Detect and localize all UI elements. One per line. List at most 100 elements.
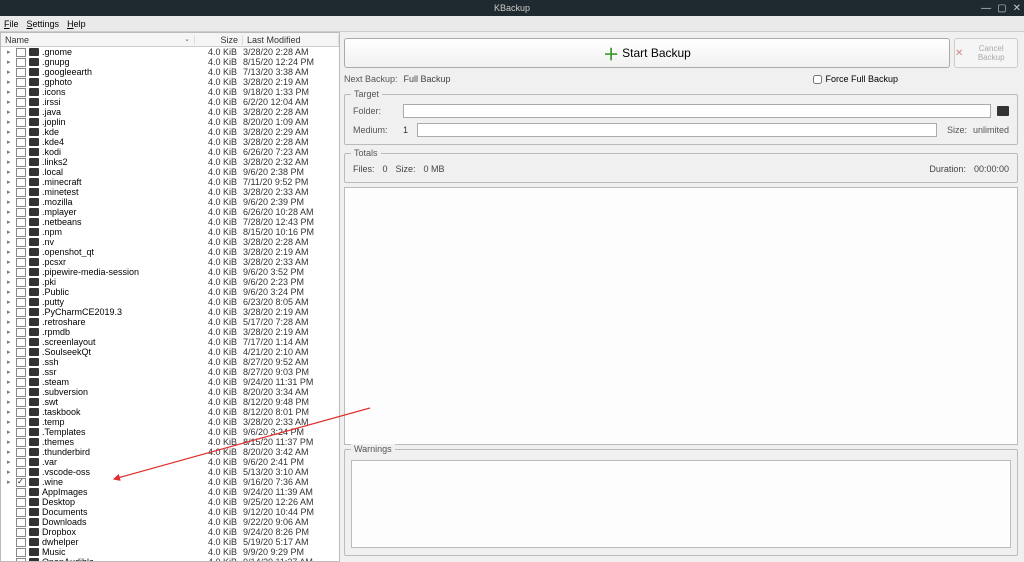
row-checkbox[interactable] [16, 558, 26, 562]
expand-icon[interactable]: ▸ [7, 168, 13, 176]
row-checkbox[interactable] [16, 208, 26, 217]
tree-row[interactable]: ▸.wine4.0 KiB9/16/20 7:36 AM [1, 477, 339, 487]
row-checkbox[interactable] [16, 68, 26, 77]
col-modified[interactable]: Last Modified [243, 35, 339, 45]
expand-icon[interactable]: ▸ [7, 328, 13, 336]
close-icon[interactable]: ✕ [1013, 3, 1021, 14]
row-checkbox[interactable] [16, 438, 26, 447]
tree-row[interactable]: ▸.gnupg4.0 KiB8/15/20 12:24 PM [1, 57, 339, 67]
row-checkbox[interactable] [16, 388, 26, 397]
row-checkbox[interactable] [16, 398, 26, 407]
row-checkbox[interactable] [16, 48, 26, 57]
expand-icon[interactable]: ▸ [7, 348, 13, 356]
tree-row[interactable]: ▸.nv4.0 KiB3/28/20 2:28 AM [1, 237, 339, 247]
expand-icon[interactable]: ▸ [7, 88, 13, 96]
tree-row[interactable]: ▸.subversion4.0 KiB8/20/20 3:34 AM [1, 387, 339, 397]
expand-icon[interactable]: ▸ [7, 418, 13, 426]
tree-row[interactable]: Desktop4.0 KiB9/25/20 12:26 AM [1, 497, 339, 507]
tree-row[interactable]: ▸.putty4.0 KiB6/23/20 8:05 AM [1, 297, 339, 307]
expand-icon[interactable]: ▸ [7, 128, 13, 136]
tree-row[interactable]: ▸.Public4.0 KiB9/6/20 3:24 PM [1, 287, 339, 297]
row-checkbox[interactable] [16, 148, 26, 157]
tree-row[interactable]: ▸.gphoto4.0 KiB3/28/20 2:19 AM [1, 77, 339, 87]
medium-input[interactable] [417, 123, 937, 137]
row-checkbox[interactable] [16, 468, 26, 477]
tree-row[interactable]: ▸.icons4.0 KiB9/18/20 1:33 PM [1, 87, 339, 97]
tree-row[interactable]: ▸.swt4.0 KiB8/12/20 9:48 PM [1, 397, 339, 407]
tree-row[interactable]: ▸.irssi4.0 KiB6/2/20 12:04 AM [1, 97, 339, 107]
maximize-icon[interactable]: ▢ [997, 3, 1006, 14]
tree-row[interactable]: ▸.ssh4.0 KiB8/27/20 9:52 AM [1, 357, 339, 367]
tree-row[interactable]: ▸.java4.0 KiB3/28/20 2:28 AM [1, 107, 339, 117]
expand-icon[interactable]: ▸ [7, 48, 13, 56]
expand-icon[interactable]: ▸ [7, 298, 13, 306]
expand-icon[interactable]: ▸ [7, 358, 13, 366]
expand-icon[interactable]: ▸ [7, 438, 13, 446]
row-checkbox[interactable] [16, 358, 26, 367]
row-checkbox[interactable] [16, 58, 26, 67]
folder-input[interactable] [403, 104, 991, 118]
expand-icon[interactable]: ▸ [7, 288, 13, 296]
row-checkbox[interactable] [16, 258, 26, 267]
tree-row[interactable]: ▸.gnome4.0 KiB3/28/20 2:28 AM [1, 47, 339, 57]
tree-row[interactable]: ▸.PyCharmCE2019.34.0 KiB3/28/20 2:19 AM [1, 307, 339, 317]
row-checkbox[interactable] [16, 538, 26, 547]
row-checkbox[interactable] [16, 488, 26, 497]
expand-icon[interactable]: ▸ [7, 178, 13, 186]
expand-icon[interactable]: ▸ [7, 188, 13, 196]
expand-icon[interactable]: ▸ [7, 78, 13, 86]
row-checkbox[interactable] [16, 328, 26, 337]
row-checkbox[interactable] [16, 428, 26, 437]
tree-row[interactable]: ▸.links24.0 KiB3/28/20 2:32 AM [1, 157, 339, 167]
row-checkbox[interactable] [16, 178, 26, 187]
row-checkbox[interactable] [16, 118, 26, 127]
tree-row[interactable]: ▸.screenlayout4.0 KiB7/17/20 1:14 AM [1, 337, 339, 347]
expand-icon[interactable]: ▸ [7, 148, 13, 156]
force-full-backup-checkbox[interactable] [813, 75, 822, 84]
tree-body[interactable]: ▸.gnome4.0 KiB3/28/20 2:28 AM▸.gnupg4.0 … [1, 47, 339, 561]
tree-row[interactable]: ▸.minecraft4.0 KiB7/11/20 9:52 PM [1, 177, 339, 187]
start-backup-button[interactable]: ＋ Start Backup [344, 38, 950, 68]
expand-icon[interactable]: ▸ [7, 208, 13, 216]
expand-icon[interactable]: ▸ [7, 218, 13, 226]
tree-row[interactable]: ▸.npm4.0 KiB8/15/20 10:16 PM [1, 227, 339, 237]
tree-row[interactable]: Documents4.0 KiB9/12/20 10:44 PM [1, 507, 339, 517]
tree-row[interactable]: ▸.minetest4.0 KiB3/28/20 2:33 AM [1, 187, 339, 197]
row-checkbox[interactable] [16, 248, 26, 257]
tree-row[interactable]: ▸.retroshare4.0 KiB5/17/20 7:28 AM [1, 317, 339, 327]
row-checkbox[interactable] [16, 528, 26, 537]
expand-icon[interactable]: ▸ [7, 108, 13, 116]
row-checkbox[interactable] [16, 308, 26, 317]
tree-row[interactable]: ▸.googleearth4.0 KiB7/13/20 3:38 AM [1, 67, 339, 77]
tree-row[interactable]: ▸.var4.0 KiB9/6/20 2:41 PM [1, 457, 339, 467]
row-checkbox[interactable] [16, 508, 26, 517]
tree-row[interactable]: ▸.pipewire-media-session4.0 KiB9/6/20 3:… [1, 267, 339, 277]
row-checkbox[interactable] [16, 348, 26, 357]
tree-row[interactable]: ▸.taskbook4.0 KiB8/12/20 8:01 PM [1, 407, 339, 417]
expand-icon[interactable]: ▸ [7, 138, 13, 146]
tree-row[interactable]: Dropbox4.0 KiB9/24/20 8:26 PM [1, 527, 339, 537]
row-checkbox[interactable] [16, 158, 26, 167]
expand-icon[interactable]: ▸ [7, 448, 13, 456]
expand-icon[interactable]: ▸ [7, 338, 13, 346]
tree-row[interactable]: OpenAudible4.0 KiB9/14/20 11:27 AM [1, 557, 339, 561]
tree-row[interactable]: AppImages4.0 KiB9/24/20 11:39 AM [1, 487, 339, 497]
row-checkbox[interactable] [16, 88, 26, 97]
expand-icon[interactable]: ▸ [7, 478, 13, 486]
expand-icon[interactable]: ▸ [7, 238, 13, 246]
row-checkbox[interactable] [16, 168, 26, 177]
tree-row[interactable]: ▸.themes4.0 KiB8/15/20 11:37 PM [1, 437, 339, 447]
row-checkbox[interactable] [16, 138, 26, 147]
expand-icon[interactable]: ▸ [7, 228, 13, 236]
expand-icon[interactable]: ▸ [7, 308, 13, 316]
tree-row[interactable]: ▸.temp4.0 KiB3/28/20 2:33 AM [1, 417, 339, 427]
tree-row[interactable]: ▸.SoulseekQt4.0 KiB4/21/20 2:10 AM [1, 347, 339, 357]
row-checkbox[interactable] [16, 218, 26, 227]
expand-icon[interactable]: ▸ [7, 388, 13, 396]
expand-icon[interactable]: ▸ [7, 408, 13, 416]
expand-icon[interactable]: ▸ [7, 248, 13, 256]
expand-icon[interactable]: ▸ [7, 468, 13, 476]
tree-row[interactable]: ▸.pki4.0 KiB9/6/20 2:23 PM [1, 277, 339, 287]
tree-row[interactable]: ▸.thunderbird4.0 KiB8/20/20 3:42 AM [1, 447, 339, 457]
expand-icon[interactable]: ▸ [7, 458, 13, 466]
